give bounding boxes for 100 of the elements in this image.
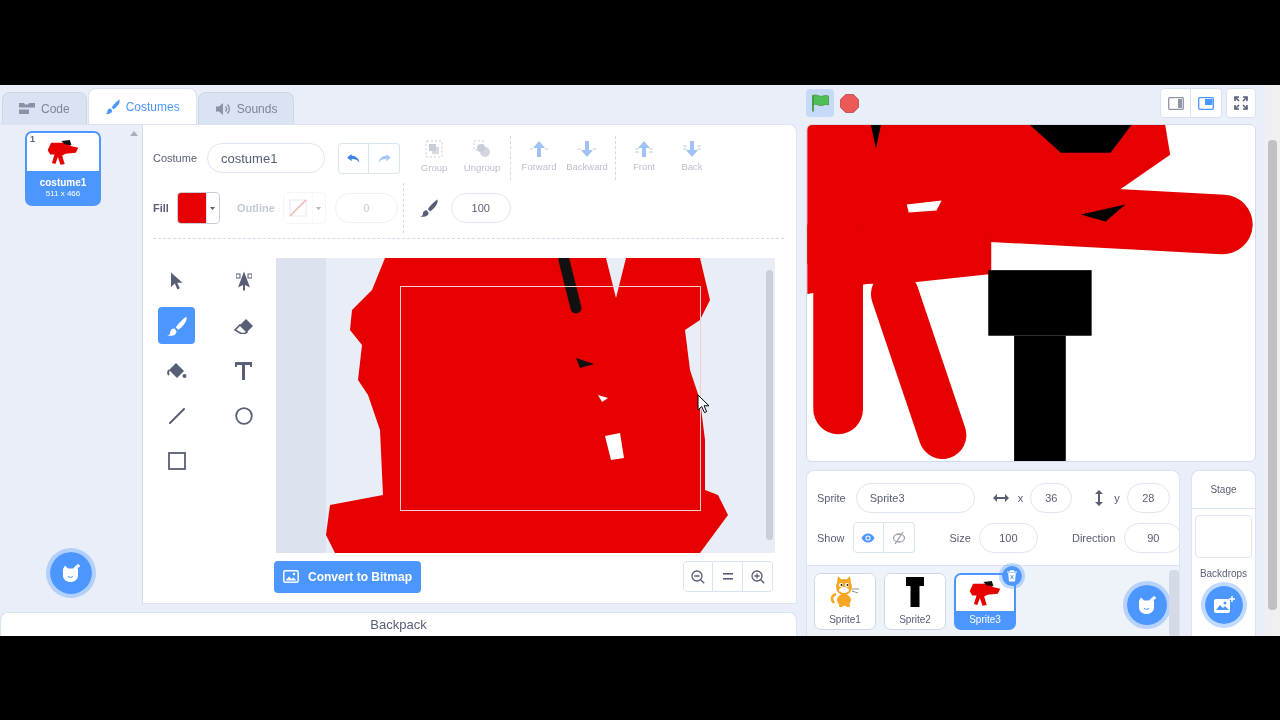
arrow-pointer-icon	[170, 271, 183, 290]
outline-label: Outline	[236, 202, 275, 214]
eye-icon	[861, 532, 876, 543]
arrow-up-lines-icon	[634, 140, 655, 158]
rectangle-icon	[167, 451, 186, 470]
line-icon	[168, 407, 185, 424]
x-label: x	[1017, 491, 1024, 504]
add-cat-icon	[61, 563, 81, 583]
circle-icon	[234, 406, 253, 425]
tool-button[interactable]	[158, 307, 195, 344]
add-cat-icon	[1137, 595, 1157, 615]
sprite-name: Sprite1	[828, 613, 862, 627]
costume-name-field[interactable]: costume1	[207, 143, 326, 173]
brush-icon	[166, 315, 187, 336]
small-stage-icon	[1167, 96, 1184, 110]
mouse-cursor-icon	[697, 394, 710, 414]
eye-slash-icon	[891, 530, 906, 545]
cat-drawing	[829, 576, 861, 608]
arrow-down-icon	[577, 140, 598, 158]
speaker-icon	[214, 101, 231, 116]
zoom-out-button[interactable]	[683, 561, 713, 592]
horizontal-arrows-icon	[992, 493, 1009, 502]
add-backdrop-button[interactable]	[1200, 582, 1247, 628]
image-icon	[283, 570, 299, 583]
backpack-bar[interactable]: Backpack	[0, 612, 797, 636]
undo-button[interactable]	[338, 142, 370, 174]
sprite-list-scrollbar[interactable]	[1169, 570, 1179, 636]
reshape-pointer-icon	[235, 270, 252, 291]
vertical-arrows-icon	[1095, 489, 1104, 506]
flag-icon	[810, 94, 830, 112]
add-image-icon	[1212, 596, 1235, 614]
costume-name: costume1	[39, 176, 87, 189]
large-stage-icon	[1198, 96, 1214, 110]
show-label: Show	[817, 531, 845, 544]
scroll-up-icon	[129, 131, 138, 136]
reset-zoom-button[interactable]	[713, 561, 743, 592]
no-color-icon	[288, 199, 307, 217]
paint-bucket-icon	[166, 360, 187, 381]
fullscreen-icon	[1234, 96, 1248, 110]
costume-item[interactable]: 1 costume1 511 x 466	[25, 131, 101, 206]
delete-sprite-button[interactable]	[999, 563, 1025, 589]
editor-tab[interactable]: Sounds	[197, 92, 295, 124]
editor-tab[interactable]: Costumes	[87, 88, 197, 124]
eraser-icon	[233, 317, 254, 334]
code-blocks-icon	[19, 103, 35, 114]
arrow-down-lines-icon	[682, 140, 703, 158]
arrow-up-icon	[529, 140, 550, 158]
add-sprite-button[interactable]	[1123, 581, 1171, 629]
backdrop-thumbnail[interactable]	[1195, 515, 1252, 558]
x-position-field[interactable]: 36	[1030, 482, 1073, 513]
stage-layout-button[interactable]	[1191, 88, 1222, 118]
brush-size-icon	[418, 199, 439, 217]
fullscreen-button[interactable]	[1226, 88, 1256, 118]
brush-size-field[interactable]: 100	[450, 193, 511, 223]
stage-panel-title: Stage	[1192, 471, 1255, 509]
fill-label: Fill	[153, 202, 169, 214]
zoom-in-button[interactable]	[743, 561, 773, 592]
trash-icon	[1007, 570, 1017, 582]
show-sprite-button[interactable]	[852, 522, 884, 553]
text-tool-icon	[235, 361, 252, 380]
direction-field[interactable]: 90	[1124, 522, 1179, 553]
costume-number: 1	[30, 134, 35, 144]
costume-size: 511 x 466	[45, 188, 81, 199]
drawing-canvas[interactable]	[276, 258, 775, 553]
stop-icon	[839, 93, 859, 113]
zoom-out-icon	[691, 569, 705, 584]
sprite-item[interactable]: Sprite3	[954, 573, 1016, 630]
sprite-name: Sprite3	[968, 613, 1002, 627]
add-costume-button[interactable]	[46, 548, 96, 598]
caret-icon	[316, 206, 322, 210]
page-scrollbar[interactable]	[1265, 85, 1280, 636]
sprite-name-field[interactable]: Sprite3	[855, 482, 975, 513]
scribble-drawing	[46, 139, 80, 165]
scribble-drawing	[968, 580, 1002, 606]
redo-icon	[376, 152, 392, 164]
y-label: y	[1114, 491, 1120, 504]
group-icon	[424, 139, 445, 159]
stage-layout-button[interactable]	[1160, 88, 1191, 118]
canvas-scrollbar[interactable]	[766, 270, 773, 540]
editor-tab[interactable]: Code	[2, 92, 87, 124]
direction-label: Direction	[1071, 531, 1116, 544]
start-flag-button[interactable]	[806, 89, 834, 117]
sprite-label: Sprite	[817, 491, 846, 504]
undo-icon	[346, 152, 362, 164]
size-field[interactable]: 100	[978, 522, 1038, 553]
sprite-name: Sprite2	[898, 613, 932, 627]
size-label: Size	[949, 531, 971, 544]
convert-to-bitmap-button[interactable]: Convert to Bitmap	[274, 560, 421, 593]
zoom-in-icon	[750, 569, 765, 584]
backdrops-label: Backdrops	[1199, 568, 1248, 580]
costume-label: Costume	[153, 152, 198, 164]
equals-icon	[722, 573, 733, 580]
fill-color-picker[interactable]	[176, 192, 220, 224]
brush-icon	[104, 99, 120, 114]
y-position-field[interactable]: 28	[1126, 482, 1170, 513]
caret-icon	[210, 206, 216, 210]
sprite-item[interactable]: Sprite2	[884, 573, 946, 630]
hide-sprite-button[interactable]	[883, 522, 915, 553]
t-shape-drawing	[906, 577, 924, 607]
sprite-item[interactable]: Sprite1	[814, 573, 876, 630]
